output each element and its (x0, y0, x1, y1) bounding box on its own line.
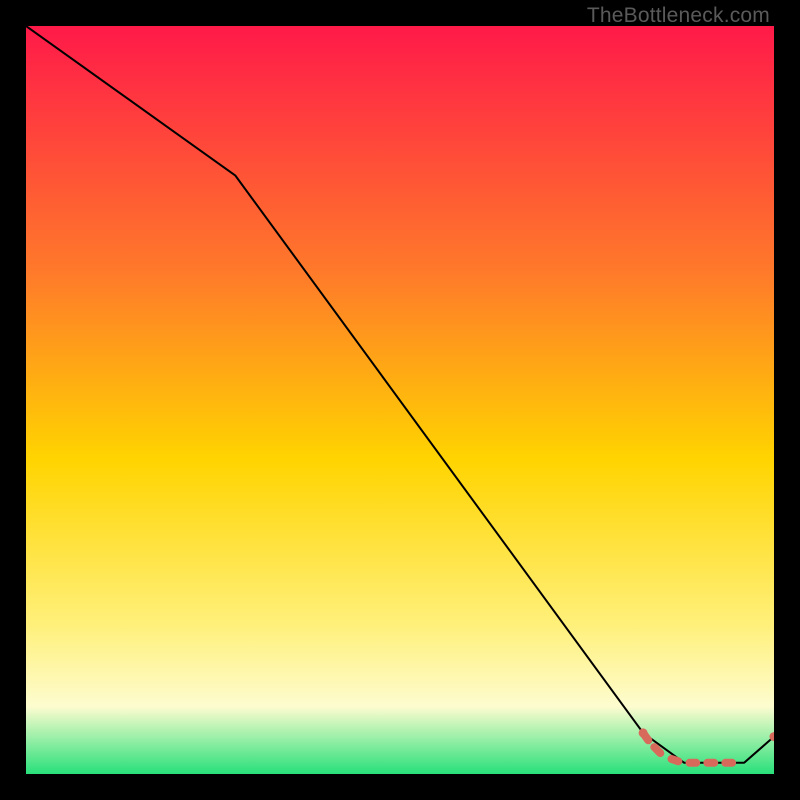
chart-frame (26, 26, 774, 774)
watermark-text: TheBottleneck.com (587, 4, 770, 28)
dash-segment (654, 747, 660, 753)
dash-segment (672, 759, 679, 761)
chart-svg (26, 26, 774, 774)
start-dot (639, 728, 648, 737)
